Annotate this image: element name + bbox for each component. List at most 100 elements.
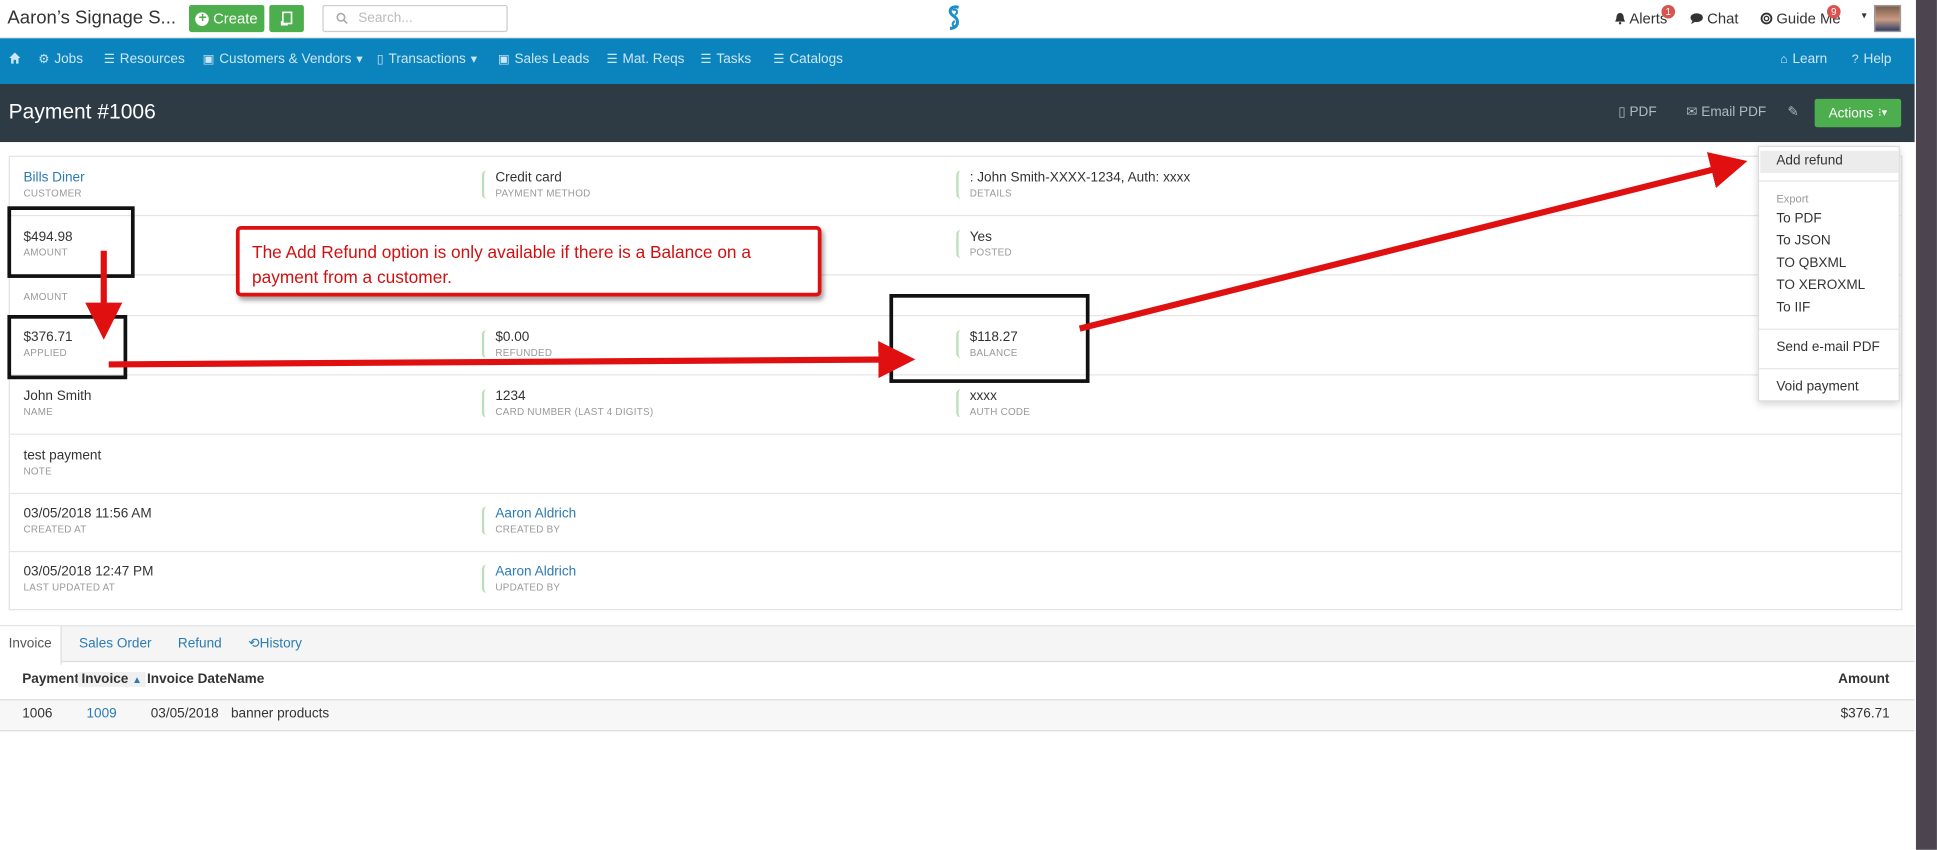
nav-item-sales-leads[interactable]: ▣ Sales Leads <box>498 52 589 67</box>
nav-item-jobs[interactable]: ⚙ Jobs <box>38 52 83 67</box>
quick-action-button[interactable] <box>269 4 304 33</box>
question-circle-icon: ? <box>1851 52 1859 67</box>
nav-label: Resources <box>119 51 185 67</box>
actions-dropdown-menu: Add refund Export To PDF To JSON TO QBXM… <box>1757 145 1900 402</box>
nav-item-help[interactable]: ? Help <box>1852 52 1892 67</box>
nav-label: Sales Leads <box>514 51 590 67</box>
customer-link[interactable]: Bills Diner <box>23 170 84 185</box>
column-header-invoice[interactable]: Invoice ▲ <box>77 672 146 687</box>
posted-field: Yes POSTED <box>956 229 1012 259</box>
updated-at-label: LAST UPDATED AT <box>23 581 116 593</box>
menu-item-to-pdf[interactable]: To PDF <box>1776 211 1821 226</box>
updated-at-field: 03/05/2018 12:47 PM LAST UPDATED AT <box>23 565 153 593</box>
payment-method-value: Credit card <box>495 170 562 186</box>
refunded-value: $0.00 <box>495 329 530 345</box>
details-value: : John Smith-XXXX-1234, Auth: xxxx <box>969 170 1191 186</box>
nav-item-transactions[interactable]: ▯ Transactions ▾ <box>377 52 477 67</box>
menu-item-to-xeroxml[interactable]: TO XEROXML <box>1776 278 1865 293</box>
detail-row: Bills Diner CUSTOMER Credit card PAYMENT… <box>9 157 1902 217</box>
column-header-name[interactable]: Name <box>227 672 264 687</box>
menu-item-void-payment[interactable]: Void payment <box>1776 379 1858 394</box>
posted-value: Yes <box>969 229 992 245</box>
avatar[interactable] <box>1873 4 1902 33</box>
search-icon <box>336 12 348 25</box>
note-field: test payment NOTE <box>23 448 101 476</box>
cell-invoice-link[interactable]: 1009 <box>86 707 116 722</box>
nav-label: Jobs <box>54 51 84 67</box>
nav-label: Mat. Reqs <box>622 51 685 67</box>
menu-item-to-iif[interactable]: To IIF <box>1776 300 1810 315</box>
nav-item-resources[interactable]: ☰ Resources <box>104 52 185 67</box>
detail-row: John Smith NAME 1234 CARD NUMBER (LAST 4… <box>9 376 1902 435</box>
note-label: NOTE <box>23 465 52 477</box>
edit-button[interactable]: ✎ <box>1787 104 1798 120</box>
column-header-invoice-date[interactable]: Invoice Date <box>147 672 227 687</box>
nav-label: Transactions <box>388 51 466 67</box>
annotation-callout: The Add Refund option is only available … <box>235 226 822 297</box>
details-field: : John Smith-XXXX-1234, Auth: xxxx DETAI… <box>956 170 1191 199</box>
list-icon: ☰ <box>773 52 785 67</box>
chat-link[interactable]: Chat <box>1690 10 1739 27</box>
customer-label: CUSTOMER <box>23 187 82 199</box>
document-refresh-icon <box>280 11 292 26</box>
nav-label: Tasks <box>716 51 752 67</box>
search-input[interactable] <box>358 11 495 26</box>
pencil-icon: ✎ <box>1787 105 1799 120</box>
menu-divider <box>1759 368 1899 370</box>
nav-label: Catalogs <box>789 51 843 67</box>
created-at-label: CREATED AT <box>23 523 87 535</box>
nav-item-mat-reqs[interactable]: ☰ Mat. Reqs <box>607 52 685 67</box>
email-pdf-button[interactable]: ✉ Email PDF <box>1686 104 1766 120</box>
adjacent-window-edge <box>1914 0 1937 850</box>
name-label: NAME <box>23 406 54 418</box>
column-header-payment[interactable]: Payment <box>22 672 79 687</box>
briefcase-icon: ▣ <box>497 52 510 67</box>
nav-item-learn[interactable]: ⌂ Learn <box>1780 52 1827 67</box>
card-number-value: 1234 <box>495 389 526 404</box>
created-by-link[interactable]: Aaron Aldrich <box>495 506 576 521</box>
menu-item-send-email-pdf[interactable]: Send e-mail PDF <box>1776 340 1879 355</box>
card-number-label: CARD NUMBER (LAST 4 DIGITS) <box>495 406 654 418</box>
customer-field: Bills Diner CUSTOMER <box>23 170 84 198</box>
chat-icon <box>1690 13 1703 25</box>
amount-secondary-label: AMOUNT <box>23 291 68 303</box>
nav-item-catalogs[interactable]: ☰ Catalogs <box>773 52 843 67</box>
column-header-invoice-label: Invoice <box>81 672 129 687</box>
alerts-link[interactable]: Alerts <box>1615 10 1667 27</box>
name-field: John Smith NAME <box>23 389 91 417</box>
detail-row: 03/05/2018 11:56 AM CREATED AT Aaron Ald… <box>9 494 1902 553</box>
menu-item-to-json[interactable]: To JSON <box>1776 233 1830 248</box>
menu-item-to-qbxml[interactable]: TO QBXML <box>1776 256 1846 271</box>
updated-at-value: 03/05/2018 12:47 PM <box>23 564 154 580</box>
home-icon[interactable] <box>9 52 21 64</box>
annotation-box-balance <box>889 294 1090 383</box>
tab-refund[interactable]: Refund <box>169 626 230 663</box>
actions-label: Actions <box>1828 105 1874 121</box>
tab-sales-order[interactable]: Sales Order <box>70 626 160 663</box>
tab-invoice[interactable]: Invoice <box>0 626 62 665</box>
column-header-amount[interactable]: Amount <box>1838 672 1889 687</box>
cell-name: banner products <box>231 706 330 722</box>
brand-name[interactable]: Aaron’s Signage S... <box>7 7 176 28</box>
details-label: DETAILS <box>969 187 1012 199</box>
create-button[interactable]: + Create <box>189 4 265 33</box>
tab-history[interactable]: ⟲History <box>240 626 311 663</box>
envelope-icon: ✉ <box>1686 105 1698 120</box>
nav-item-tasks[interactable]: ☰ Tasks <box>700 52 751 67</box>
cell-invoice-date: 03/05/2018 <box>150 706 219 722</box>
actions-button[interactable]: Actions ⁝▾ <box>1814 98 1902 128</box>
search-box[interactable] <box>322 4 508 33</box>
user-menu-caret-icon[interactable]: ▾ <box>1862 10 1867 21</box>
bell-icon <box>1615 12 1626 25</box>
refunded-field: $0.00 REFUNDED <box>481 329 553 359</box>
payment-method-label: PAYMENT METHOD <box>495 187 591 199</box>
chat-label: Chat <box>1707 9 1739 28</box>
nav-item-customers-vendors[interactable]: ▣ Customers & Vendors ▾ <box>203 52 363 67</box>
updated-by-link[interactable]: Aaron Aldrich <box>495 565 576 580</box>
refunded-label: REFUNDED <box>495 347 553 359</box>
pdf-button[interactable]: ▯ PDF <box>1618 104 1656 119</box>
lifebuoy-icon <box>1760 12 1773 25</box>
annotation-box-amount <box>7 206 135 278</box>
menu-item-add-refund[interactable]: Add refund <box>1776 153 1842 168</box>
menu-header-export: Export <box>1776 192 1809 206</box>
